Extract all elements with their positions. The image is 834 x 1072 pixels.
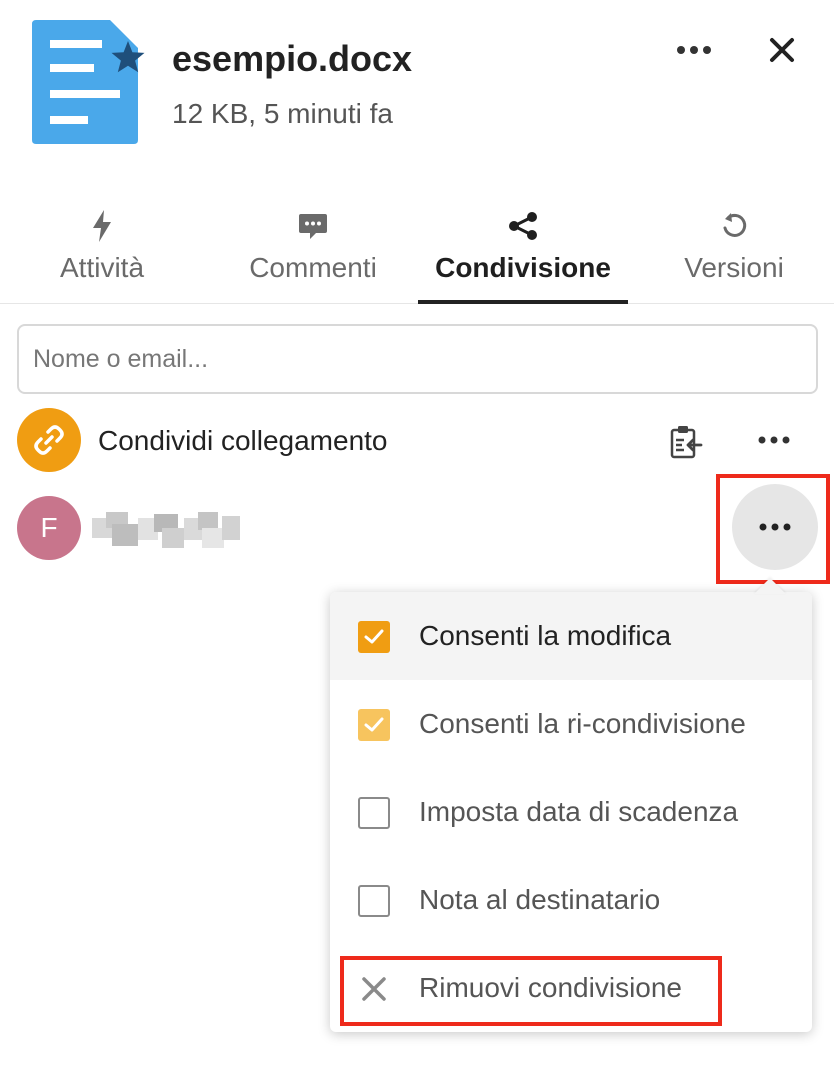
tab-condivisione[interactable]: Condivisione	[418, 196, 628, 304]
active-tab-indicator	[418, 300, 628, 304]
more-horizontal-icon	[758, 436, 790, 444]
tab-label: Versioni	[684, 252, 784, 283]
share-link-more-button[interactable]	[752, 420, 796, 460]
menu-arrow	[754, 578, 786, 594]
menu-item-imposta-scadenza[interactable]: Imposta data di scadenza	[330, 768, 812, 856]
menu-item-label: Nota al destinatario	[419, 884, 661, 915]
highlight-box	[340, 956, 722, 1026]
highlight-box	[716, 474, 830, 584]
tab-commenti[interactable]: Commenti	[236, 196, 390, 304]
link-icon	[34, 425, 64, 455]
menu-item-consenti-ricondivisione[interactable]: Consenti la ri-condivisione	[330, 680, 812, 768]
checkbox-unchecked-icon[interactable]	[358, 885, 390, 917]
copy-link-button[interactable]	[664, 420, 708, 464]
share-icon	[508, 196, 538, 256]
share-user-name-redacted	[92, 512, 242, 550]
clipboard-icon	[670, 426, 703, 459]
menu-item-label: Imposta data di scadenza	[419, 796, 739, 827]
avatar: F	[17, 496, 81, 560]
more-horizontal-icon	[677, 46, 711, 54]
history-icon	[719, 196, 749, 256]
close-icon	[770, 38, 794, 62]
share-link-label[interactable]: Condividi collegamento	[98, 425, 388, 457]
share-search-input[interactable]	[17, 324, 818, 394]
checkbox-checked-icon[interactable]	[358, 709, 390, 741]
tab-versioni[interactable]: Versioni	[674, 196, 794, 304]
menu-item-nota-destinatario[interactable]: Nota al destinatario	[330, 856, 812, 944]
menu-item-consenti-modifica[interactable]: Consenti la modifica	[330, 592, 812, 680]
checkbox-unchecked-icon[interactable]	[358, 797, 390, 829]
close-button[interactable]	[760, 28, 804, 72]
sidebar-tabs: Attività Commenti Condivisione Versioni	[0, 196, 834, 304]
share-link-avatar	[17, 408, 81, 472]
tab-label: Attività	[59, 252, 145, 283]
file-meta: 12 KB, 5 minuti fa	[172, 98, 394, 129]
more-options-button[interactable]	[672, 30, 716, 70]
tab-attivita[interactable]: Attività	[40, 196, 164, 304]
tab-label: Commenti	[249, 252, 377, 283]
comment-icon	[298, 196, 328, 256]
document-icon	[32, 20, 138, 144]
star-icon	[110, 40, 146, 74]
menu-item-label: Consenti la modifica	[419, 620, 672, 651]
checkbox-checked-icon[interactable]	[358, 621, 390, 653]
tab-label: Condivisione	[435, 252, 611, 283]
menu-item-label: Consenti la ri-condivisione	[419, 708, 746, 739]
lightning-icon	[92, 196, 112, 256]
file-name: esempio.docx	[172, 38, 413, 79]
